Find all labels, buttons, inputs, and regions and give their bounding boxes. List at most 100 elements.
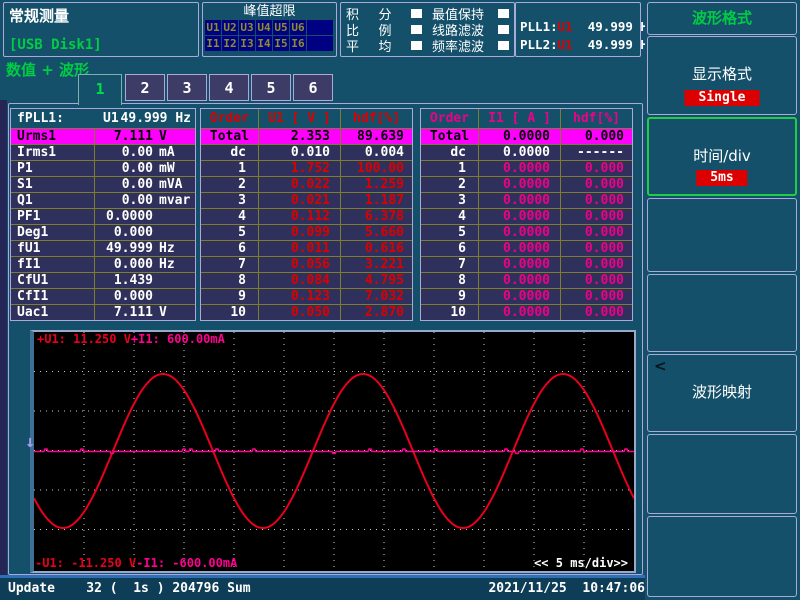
header-cell: Order: [201, 109, 259, 128]
peak-cell: I1: [205, 36, 221, 51]
display-mode-label: 数值 + 波形: [6, 59, 89, 80]
order-cell: 9: [201, 289, 259, 304]
tab-6[interactable]: 6: [293, 74, 333, 101]
u1-max-label: +U1: 11.250 V: [37, 332, 131, 346]
peak-cell: U5: [273, 20, 289, 35]
checkbox-icon[interactable]: [498, 25, 509, 34]
hdf-cell: 1.187: [341, 193, 412, 208]
order-cell: 1: [421, 161, 479, 176]
checkbox-icon[interactable]: [498, 9, 509, 18]
softkey-box-2[interactable]: 时间/div 5ms: [647, 117, 797, 196]
softkey-label: 时间/div: [649, 145, 795, 166]
hdf-cell: 89.639: [341, 129, 412, 144]
harmonics-header: OrderI1 [ A ]hdf[%]: [421, 109, 632, 128]
order-cell: 10: [201, 305, 259, 320]
order-cell: 4: [201, 209, 259, 224]
datetime-label: 2021/11/25 10:47:06: [488, 578, 645, 600]
order-cell: dc: [201, 145, 259, 160]
value-cell: 0.0000: [479, 241, 561, 256]
header-cell: U1 [ V ]: [259, 109, 341, 128]
hdf-cell: 4.795: [341, 273, 412, 288]
hdf-cell: 0.000: [561, 161, 632, 176]
tab-2[interactable]: 2: [125, 74, 165, 101]
hdf-cell: 0.000: [561, 273, 632, 288]
checkbox-icon[interactable]: [498, 41, 509, 50]
row-unit: Hz: [153, 241, 195, 256]
value-cell: 0.0000: [479, 257, 561, 272]
softkey-badge: 5ms: [696, 170, 747, 186]
table-row-fi1: fI10.000Hz: [11, 256, 195, 272]
softkey-label: 显示格式: [648, 63, 796, 84]
pll-row: PLL2:U1 49.999 Hz: [520, 36, 640, 54]
checkbox-icon[interactable]: [411, 41, 422, 50]
order-cell: 6: [201, 241, 259, 256]
hdf-cell: 0.000: [561, 193, 632, 208]
softkey-label: 波形映射: [648, 381, 796, 402]
peak-cell-spare: [307, 36, 333, 51]
table-row-deg1: Deg10.000: [11, 224, 195, 240]
harmonics-row-6: 60.0110.616: [201, 240, 412, 256]
row-unit: mW: [153, 161, 195, 176]
harmonics-row-8: 80.00000.000: [421, 272, 632, 288]
value-cell: 0.0000: [479, 225, 561, 240]
checkbox-icon[interactable]: [411, 25, 422, 34]
harmonics-row-4: 40.00000.000: [421, 208, 632, 224]
softkey-box-1[interactable]: 显示格式Single: [647, 36, 797, 115]
harmonics-row-8: 80.0844.795: [201, 272, 412, 288]
hdf-cell: 5.660: [341, 225, 412, 240]
tab-5[interactable]: 5: [251, 74, 291, 101]
hdf-cell: 1.259: [341, 177, 412, 192]
row-label: fI1: [11, 257, 95, 272]
row-unit: mvar: [153, 193, 195, 208]
screen-left-edge: [0, 100, 7, 575]
value-cell: 0.022: [259, 177, 341, 192]
harmonics-header: OrderU1 [ V ]hdf[%]: [201, 109, 412, 128]
tab-4[interactable]: 4: [209, 74, 249, 101]
softkey-sidebar: 波形格式 显示格式Single时间/div5ms<波形映射: [645, 0, 800, 600]
value-cell: 0.0000: [479, 193, 561, 208]
power-analyzer-screen: { "colors":{ "background":"#14506a","hig…: [0, 0, 800, 600]
value-cell: 0.0000: [479, 145, 561, 160]
hdf-cell: 100.00: [341, 161, 412, 176]
value-cell: 2.353: [259, 129, 341, 144]
value-cell: 0.0000: [479, 129, 561, 144]
checkbox-icon[interactable]: [411, 9, 422, 18]
harmonics-row-total: Total2.35389.639: [201, 128, 412, 144]
softkey-box-4: [647, 274, 797, 352]
harmonics-row-5: 50.0995.660: [201, 224, 412, 240]
hdf-cell: 2.870: [341, 305, 412, 320]
i1-max-label: +I1: 600.00mA: [131, 332, 225, 346]
status-bar: Update 32 ( 1s ) 204796 Sum 2021/11/25 1…: [0, 578, 647, 600]
row-unit: mVA: [153, 177, 195, 192]
row-unit: V: [153, 129, 195, 144]
hdf-cell: 0.000: [561, 289, 632, 304]
pll-source: U1: [558, 19, 573, 34]
peak-cell: U4: [256, 20, 272, 35]
harmonics-row-9: 90.00000.000: [421, 288, 632, 304]
peak-cell: I2: [222, 36, 238, 51]
value-cell: 0.011: [259, 241, 341, 256]
waveform-plot: [34, 332, 634, 569]
back-arrow-icon: <: [654, 357, 667, 375]
row-label: Q1: [11, 193, 95, 208]
harmonics-row-3: 30.0211.187: [201, 192, 412, 208]
hdf-cell: 0.000: [561, 257, 632, 272]
row-label: fU1: [11, 241, 95, 256]
table-row-fu1: fU149.999Hz: [11, 240, 195, 256]
harmonics-row-10: 100.00000.000: [421, 304, 632, 320]
tab-1[interactable]: 1: [78, 74, 122, 105]
tab-3[interactable]: 3: [167, 74, 207, 101]
table-row-p1: P10.00mW: [11, 160, 195, 176]
trigger-marker-icon: ↓: [25, 432, 35, 452]
u1-min-label: -U1: -11.250 V: [35, 556, 136, 570]
row-value: 0.00: [95, 177, 153, 192]
softkey-box-5[interactable]: < 波形映射: [647, 354, 797, 432]
hdf-cell: 3.221: [341, 257, 412, 272]
value-cell: 1.752: [259, 161, 341, 176]
harmonics-row-7: 70.0563.221: [201, 256, 412, 272]
peak-cell: I6: [290, 36, 306, 51]
row-label: Deg1: [11, 225, 95, 240]
timebase-label: << 5 ms/div>>: [534, 556, 628, 570]
order-cell: 7: [201, 257, 259, 272]
pll-source-value: U1: [103, 111, 119, 126]
